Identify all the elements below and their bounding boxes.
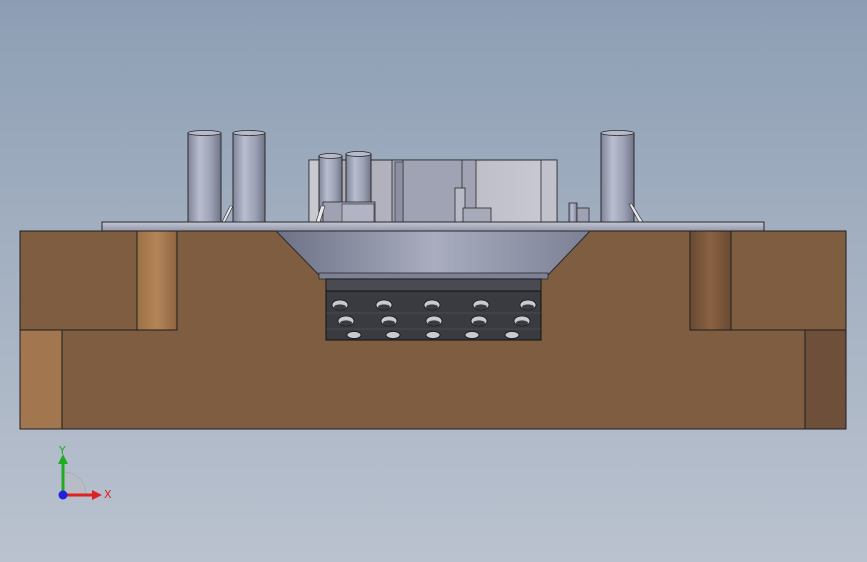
guide-post-right: [600, 132, 635, 225]
punch-block: [325, 278, 542, 341]
die-base-left-end: [19, 329, 63, 430]
funnel-plate: [274, 230, 592, 276]
y-axis-label: Y: [58, 444, 66, 457]
coordinate-triad: Y X: [58, 444, 112, 501]
z-axis-dot: [58, 490, 68, 500]
funnel-lip: [318, 272, 549, 280]
guide-bushing-right: [689, 230, 732, 331]
housing-panel-right: [540, 159, 558, 225]
small-stud: [568, 202, 578, 225]
guide-post-left-1: [187, 132, 222, 225]
x-axis-label: X: [104, 488, 112, 501]
upper-die-components: [187, 130, 644, 225]
cad-graphics-viewport[interactable]: Y X: [0, 0, 867, 562]
guide-bushing-left: [136, 230, 178, 331]
die-assembly-model[interactable]: [0, 0, 867, 562]
guide-post-left-2: [232, 132, 266, 225]
housing-rib: [394, 161, 404, 223]
die-base-right-end: [804, 329, 847, 430]
